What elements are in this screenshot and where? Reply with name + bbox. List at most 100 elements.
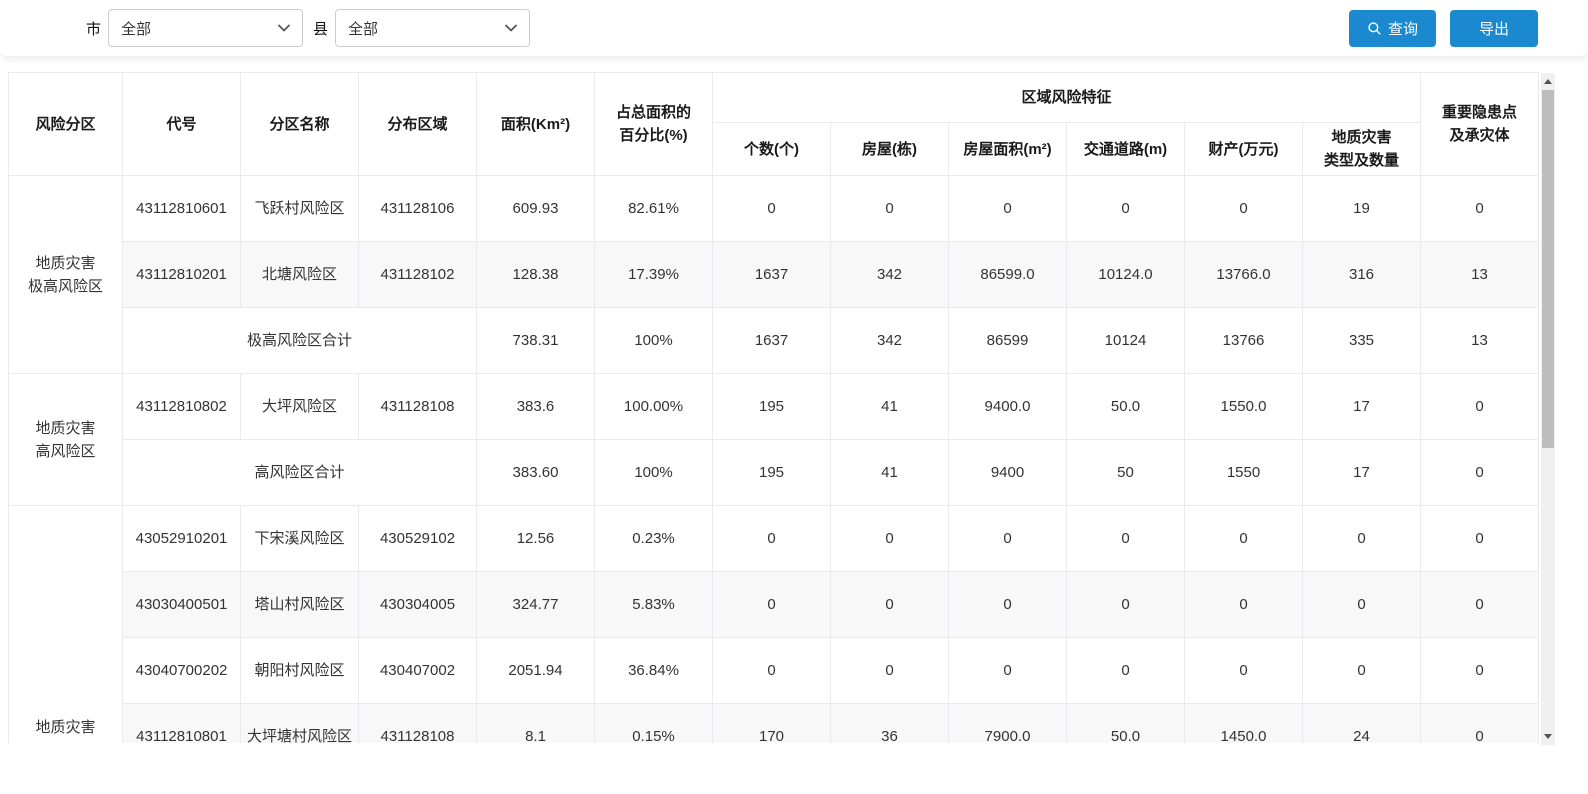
cell-name: 下宋溪风险区 (241, 506, 359, 572)
cell-house-area: 0 (949, 638, 1067, 704)
cell-hazards: 0 (1421, 638, 1539, 704)
cell-hazards: 13 (1421, 308, 1539, 374)
cell-pct: 100% (595, 308, 713, 374)
table-row: 43040700202 朝阳村风险区 430407002 2051.94 36.… (9, 638, 1539, 704)
cell-code: 43052910201 (123, 506, 241, 572)
cell-pct: 0.23% (595, 506, 713, 572)
vertical-scrollbar[interactable] (1541, 73, 1555, 745)
cell-area: 324.77 (477, 572, 595, 638)
cell-hazards: 0 (1421, 440, 1539, 506)
county-select[interactable]: 全部 (335, 9, 530, 47)
scroll-up-button[interactable] (1541, 73, 1555, 90)
col-header-disaster-types: 地质灾害 类型及数量 (1303, 123, 1421, 176)
city-select[interactable]: 全部 (108, 9, 303, 47)
cell-code: 43112810802 (123, 374, 241, 440)
cell-area: 738.31 (477, 308, 595, 374)
cell-dist: 431128108 (359, 374, 477, 440)
chevron-down-icon (278, 24, 290, 32)
cell-types: 0 (1303, 638, 1421, 704)
cell-dist: 431128108 (359, 704, 477, 744)
cell-houses: 41 (831, 374, 949, 440)
search-icon (1367, 21, 1382, 36)
cell-area: 8.1 (477, 704, 595, 744)
scrollbar-thumb[interactable] (1542, 90, 1554, 448)
col-header-houses: 房屋(栋) (831, 123, 949, 176)
cell-name: 大坪风险区 (241, 374, 359, 440)
group-label-high: 地质灾害 高风险区 (9, 374, 123, 506)
cell-house-area: 9400.0 (949, 374, 1067, 440)
cell-roads: 0 (1067, 506, 1185, 572)
cell-hazards: 0 (1421, 506, 1539, 572)
cell-property: 1550.0 (1185, 374, 1303, 440)
cell-dist: 430407002 (359, 638, 477, 704)
col-header-house-area: 房屋面积(m²) (949, 123, 1067, 176)
table-row: 地质灾害 43052910201 下宋溪风险区 430529102 12.56 … (9, 506, 1539, 572)
cell-area: 12.56 (477, 506, 595, 572)
cell-count: 1637 (713, 242, 831, 308)
col-header-region-features: 区域风险特征 (713, 73, 1421, 123)
cell-area: 2051.94 (477, 638, 595, 704)
cell-dist: 430529102 (359, 506, 477, 572)
cell-houses: 0 (831, 506, 949, 572)
risk-zone-table: 风险分区 代号 分区名称 分布区域 面积(Km²) 占总面积的 百分比(%) 区… (8, 72, 1539, 743)
cell-dist: 431128106 (359, 176, 477, 242)
cell-property: 0 (1185, 506, 1303, 572)
cell-name: 北塘风险区 (241, 242, 359, 308)
cell-roads: 0 (1067, 638, 1185, 704)
cell-house-area: 86599.0 (949, 242, 1067, 308)
cell-types: 17 (1303, 374, 1421, 440)
cell-types: 0 (1303, 572, 1421, 638)
cell-hazards: 13 (1421, 242, 1539, 308)
cell-houses: 342 (831, 242, 949, 308)
table-row: 43112810201 北塘风险区 431128102 128.38 17.39… (9, 242, 1539, 308)
cell-house-area: 0 (949, 572, 1067, 638)
cell-roads: 50 (1067, 440, 1185, 506)
cell-area: 128.38 (477, 242, 595, 308)
col-header-area: 面积(Km²) (477, 73, 595, 176)
cell-houses: 0 (831, 176, 949, 242)
risk-zone-table-container: 风险分区 代号 分区名称 分布区域 面积(Km²) 占总面积的 百分比(%) 区… (8, 72, 1539, 743)
cell-name: 朝阳村风险区 (241, 638, 359, 704)
cell-name: 塔山村风险区 (241, 572, 359, 638)
chevron-down-icon (505, 24, 517, 32)
cell-code: 43030400501 (123, 572, 241, 638)
cell-count: 195 (713, 440, 831, 506)
group-label-medium: 地质灾害 (9, 506, 123, 744)
cell-property: 0 (1185, 572, 1303, 638)
city-select-value: 全部 (121, 18, 151, 39)
cell-total-label: 极高风险区合计 (123, 308, 477, 374)
cell-roads: 10124 (1067, 308, 1185, 374)
cell-pct: 82.61% (595, 176, 713, 242)
cell-code: 43040700202 (123, 638, 241, 704)
cell-house-area: 86599 (949, 308, 1067, 374)
export-button[interactable]: 导出 (1450, 10, 1538, 47)
cell-houses: 0 (831, 638, 949, 704)
cell-hazards: 0 (1421, 176, 1539, 242)
cell-property: 13766.0 (1185, 242, 1303, 308)
col-header-code: 代号 (123, 73, 241, 176)
col-header-hazard-points: 重要隐患点 及承灾体 (1421, 73, 1539, 176)
scroll-down-button[interactable] (1541, 728, 1555, 745)
cell-types: 17 (1303, 440, 1421, 506)
cell-roads: 0 (1067, 572, 1185, 638)
col-header-percent: 占总面积的 百分比(%) (595, 73, 713, 176)
city-label: 市 (86, 18, 101, 39)
col-header-roads: 交通道路(m) (1067, 123, 1185, 176)
cell-hazards: 0 (1421, 374, 1539, 440)
cell-hazards: 0 (1421, 704, 1539, 744)
cell-house-area: 9400 (949, 440, 1067, 506)
cell-count: 1637 (713, 308, 831, 374)
query-button[interactable]: 查询 (1349, 10, 1436, 47)
cell-roads: 50.0 (1067, 704, 1185, 744)
cell-property: 1450.0 (1185, 704, 1303, 744)
cell-types: 316 (1303, 242, 1421, 308)
col-header-property: 财产(万元) (1185, 123, 1303, 176)
cell-area: 609.93 (477, 176, 595, 242)
cell-count: 0 (713, 176, 831, 242)
county-select-value: 全部 (348, 18, 378, 39)
cell-code: 43112810201 (123, 242, 241, 308)
cell-houses: 41 (831, 440, 949, 506)
cell-property: 1550 (1185, 440, 1303, 506)
cell-total-label: 高风险区合计 (123, 440, 477, 506)
cell-house-area: 7900.0 (949, 704, 1067, 744)
